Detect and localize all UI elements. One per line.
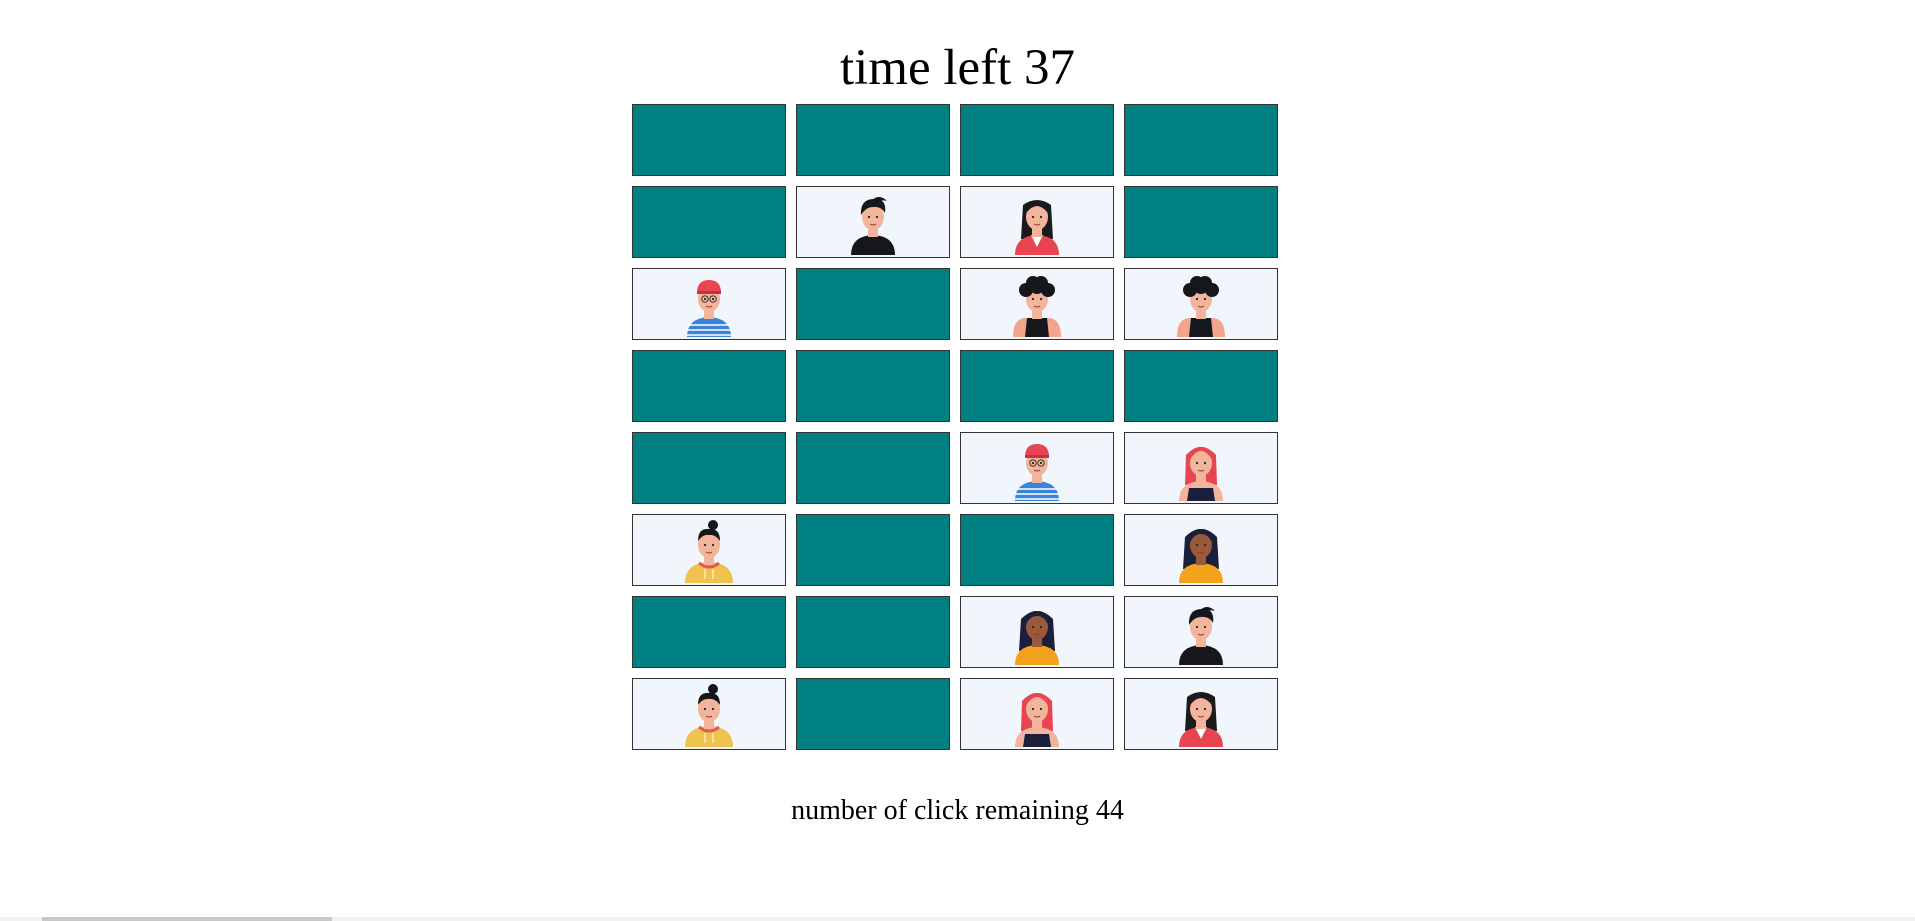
card-r6-c3[interactable] <box>960 514 1114 586</box>
time-left-label: time left 37 <box>839 40 1076 96</box>
card-r1-c1[interactable] <box>632 104 786 176</box>
card-r5-c2[interactable] <box>796 432 950 504</box>
card-r5-c4[interactable] <box>1124 432 1278 504</box>
card-r5-c3[interactable] <box>960 432 1114 504</box>
card-r8-c4[interactable] <box>1124 678 1278 750</box>
card-r1-c3[interactable] <box>960 104 1114 176</box>
memory-board <box>632 104 1278 750</box>
card-r2-c2[interactable] <box>796 186 950 258</box>
card-r2-c1[interactable] <box>632 186 786 258</box>
horizontal-scrollbar[interactable] <box>0 917 1915 921</box>
card-r1-c2[interactable] <box>796 104 950 176</box>
card-r6-c4[interactable] <box>1124 514 1278 586</box>
card-r4-c4[interactable] <box>1124 350 1278 422</box>
card-r7-c4[interactable] <box>1124 596 1278 668</box>
scrollbar-thumb[interactable] <box>42 917 332 921</box>
card-r3-c1[interactable] <box>632 268 786 340</box>
card-r3-c3[interactable] <box>960 268 1114 340</box>
card-r7-c3[interactable] <box>960 596 1114 668</box>
card-r4-c3[interactable] <box>960 350 1114 422</box>
clicks-remaining-label: number of click remaining 44 <box>791 795 1124 826</box>
card-r8-c1[interactable] <box>632 678 786 750</box>
card-r2-c3[interactable] <box>960 186 1114 258</box>
card-r6-c2[interactable] <box>796 514 950 586</box>
card-r6-c1[interactable] <box>632 514 786 586</box>
card-r3-c4[interactable] <box>1124 268 1278 340</box>
card-r7-c1[interactable] <box>632 596 786 668</box>
card-r8-c3[interactable] <box>960 678 1114 750</box>
card-r8-c2[interactable] <box>796 678 950 750</box>
card-r5-c1[interactable] <box>632 432 786 504</box>
card-r1-c4[interactable] <box>1124 104 1278 176</box>
card-r4-c2[interactable] <box>796 350 950 422</box>
card-r2-c4[interactable] <box>1124 186 1278 258</box>
card-r4-c1[interactable] <box>632 350 786 422</box>
card-r7-c2[interactable] <box>796 596 950 668</box>
card-r3-c2[interactable] <box>796 268 950 340</box>
